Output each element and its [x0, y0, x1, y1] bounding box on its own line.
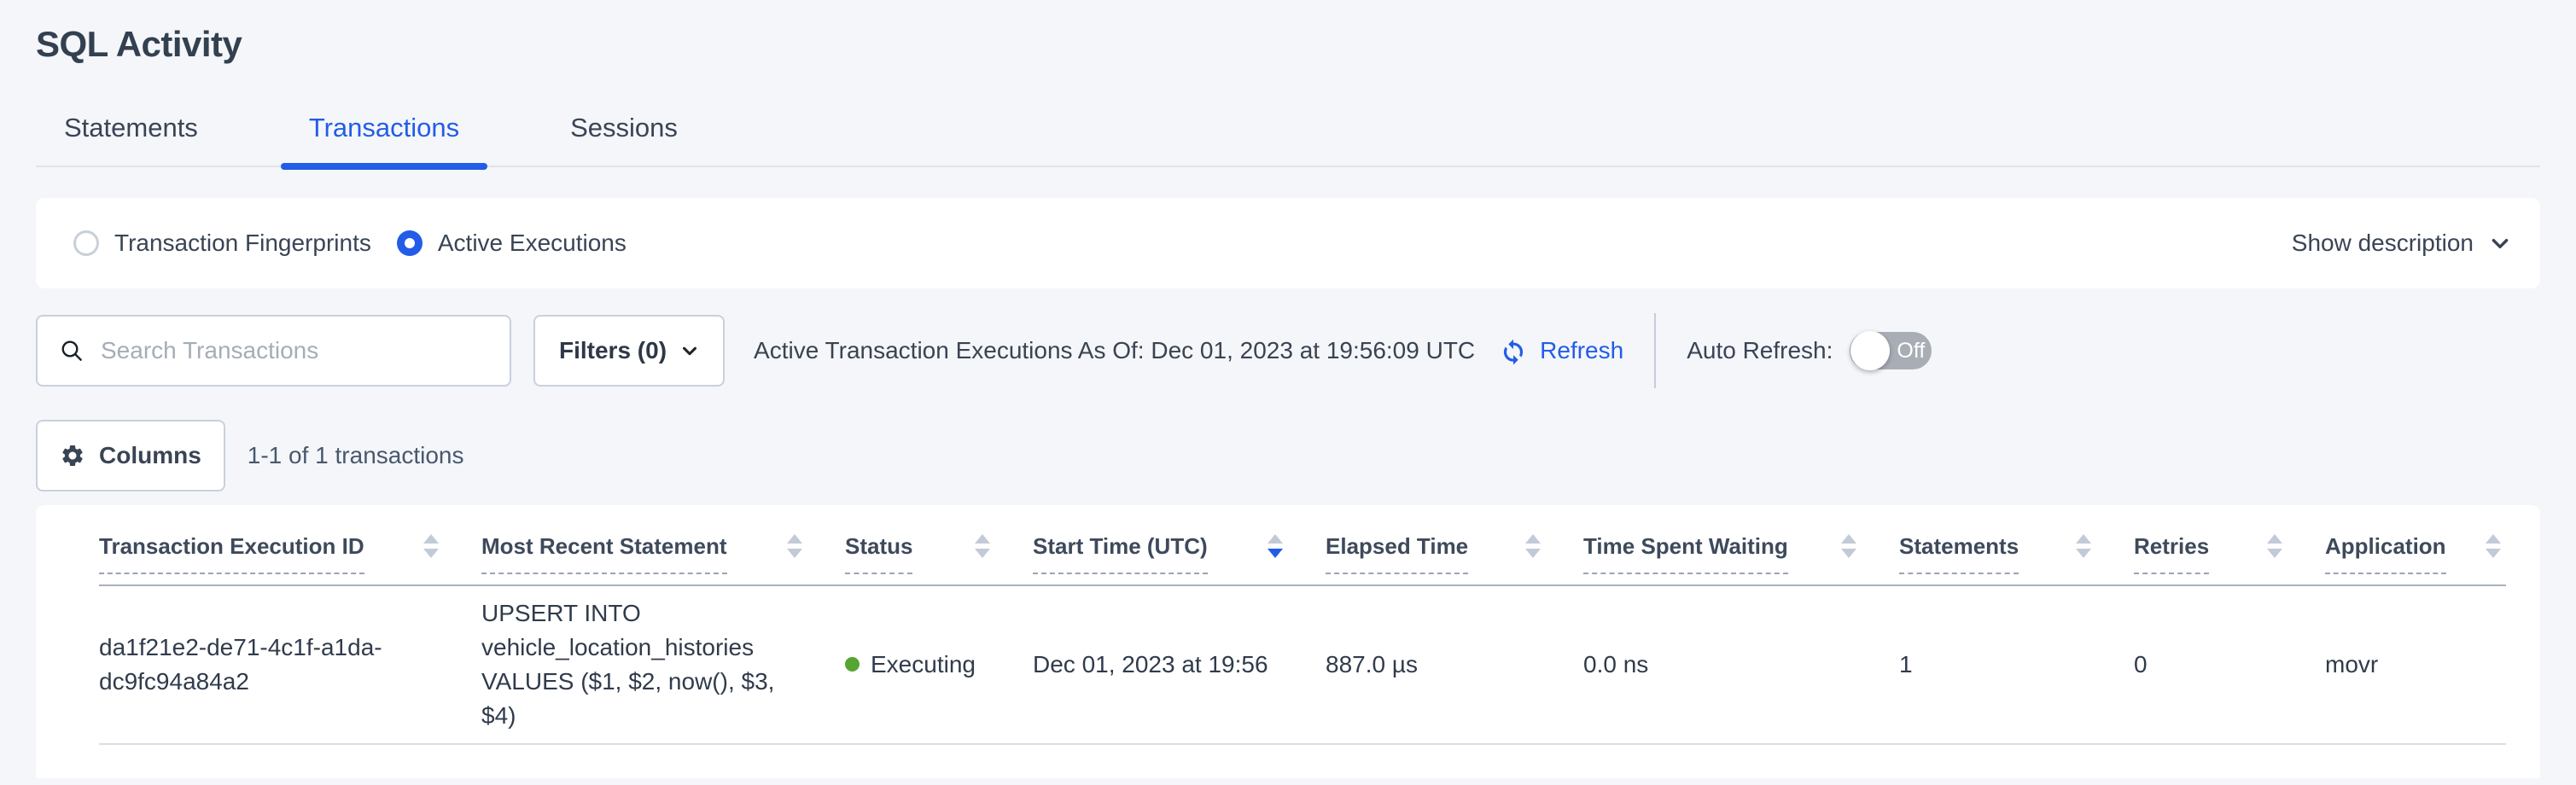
gear-icon — [60, 443, 85, 468]
refresh-button[interactable]: Refresh — [1497, 334, 1623, 367]
tab-transactions[interactable]: Transactions — [281, 113, 487, 166]
toolbar: Filters (0) Active Transaction Execution… — [36, 314, 2540, 387]
refresh-icon — [1497, 334, 1530, 367]
column-header-time-spent-waiting[interactable]: Time Spent Waiting — [1583, 532, 1899, 584]
sort-icon — [2460, 534, 2501, 558]
page-title: SQL Activity — [36, 0, 2540, 65]
column-header-elapsed-time[interactable]: Elapsed Time — [1326, 532, 1583, 584]
search-icon — [58, 337, 85, 364]
view-options-card: Transaction Fingerprints Active Executio… — [36, 198, 2540, 288]
column-header-transaction-execution-id[interactable]: Transaction Execution ID — [99, 532, 481, 584]
radio-transaction-fingerprints[interactable]: Transaction Fingerprints — [73, 230, 371, 257]
time-spent-waiting-cell: 0.0 ns — [1583, 648, 1899, 682]
sort-icon — [1815, 534, 1856, 558]
table-controls: Columns 1-1 of 1 transactions — [36, 420, 2540, 491]
column-header-retries[interactable]: Retries — [2134, 532, 2325, 584]
radio-unselected-icon — [73, 230, 99, 256]
chevron-down-icon — [680, 341, 699, 360]
sort-icon — [398, 534, 439, 558]
columns-button[interactable]: Columns — [36, 420, 225, 491]
most-recent-statement-cell: UPSERT INTO vehicle_location_histories V… — [481, 596, 833, 733]
transactions-table: Transaction Execution ID Most Recent Sta… — [36, 505, 2540, 778]
search-box — [36, 315, 511, 387]
sort-icon — [761, 534, 802, 558]
column-header-application[interactable]: Application — [2325, 532, 2506, 584]
toolbar-divider — [1654, 313, 1656, 388]
chevron-down-icon — [2489, 232, 2511, 254]
tab-statements[interactable]: Statements — [36, 113, 226, 166]
status-label: Executing — [871, 648, 976, 682]
radio-label: Active Executions — [438, 230, 627, 257]
auto-refresh-toggle[interactable]: Off — [1850, 332, 1932, 369]
refresh-label: Refresh — [1540, 337, 1623, 364]
column-header-start-time[interactable]: Start Time (UTC) — [1033, 532, 1326, 584]
show-description-button[interactable]: Show description — [2292, 230, 2511, 257]
retries-cell: 0 — [2134, 648, 2325, 682]
column-header-most-recent-statement[interactable]: Most Recent Statement — [481, 532, 845, 584]
application-cell: movr — [2325, 648, 2506, 682]
auto-refresh-label: Auto Refresh: — [1687, 337, 1833, 364]
radio-selected-icon — [397, 230, 423, 256]
table-header-row: Transaction Execution ID Most Recent Sta… — [99, 505, 2506, 586]
sort-icon — [1500, 534, 1541, 558]
auto-refresh-state: Off — [1897, 339, 1925, 363]
status-executing-dot-icon — [845, 657, 860, 672]
radio-active-executions[interactable]: Active Executions — [397, 230, 627, 257]
sort-icon — [2241, 534, 2282, 558]
table-row: da1f21e2-de71-4c1f-a1da-dc9fc94a84a2 UPS… — [99, 586, 2506, 745]
status-cell: Executing — [845, 648, 1033, 682]
start-time-cell: Dec 01, 2023 at 19:56 — [1033, 648, 1326, 682]
sort-icon — [949, 534, 990, 558]
sort-icon-active-desc — [1242, 534, 1283, 558]
radio-label: Transaction Fingerprints — [114, 230, 371, 257]
search-input[interactable] — [101, 337, 510, 364]
tab-sessions[interactable]: Sessions — [542, 113, 706, 166]
sort-icon — [2050, 534, 2091, 558]
auto-refresh-control: Auto Refresh: Off — [1687, 332, 1932, 369]
statements-count-cell: 1 — [1899, 648, 2134, 682]
column-header-status[interactable]: Status — [845, 532, 1033, 584]
as-of-timestamp: Active Transaction Executions As Of: Dec… — [754, 337, 1475, 364]
tab-bar: Statements Transactions Sessions — [36, 113, 2540, 167]
column-header-statements[interactable]: Statements — [1899, 532, 2134, 584]
show-description-label: Show description — [2292, 230, 2474, 257]
transaction-execution-id-cell[interactable]: da1f21e2-de71-4c1f-a1da-dc9fc94a84a2 — [99, 631, 458, 699]
filters-button-label: Filters (0) — [559, 337, 667, 364]
elapsed-time-cell: 887.0 µs — [1326, 648, 1583, 682]
columns-button-label: Columns — [99, 442, 201, 469]
filters-button[interactable]: Filters (0) — [533, 315, 725, 387]
results-count: 1-1 of 1 transactions — [248, 442, 464, 469]
toggle-knob-icon — [1850, 331, 1890, 370]
